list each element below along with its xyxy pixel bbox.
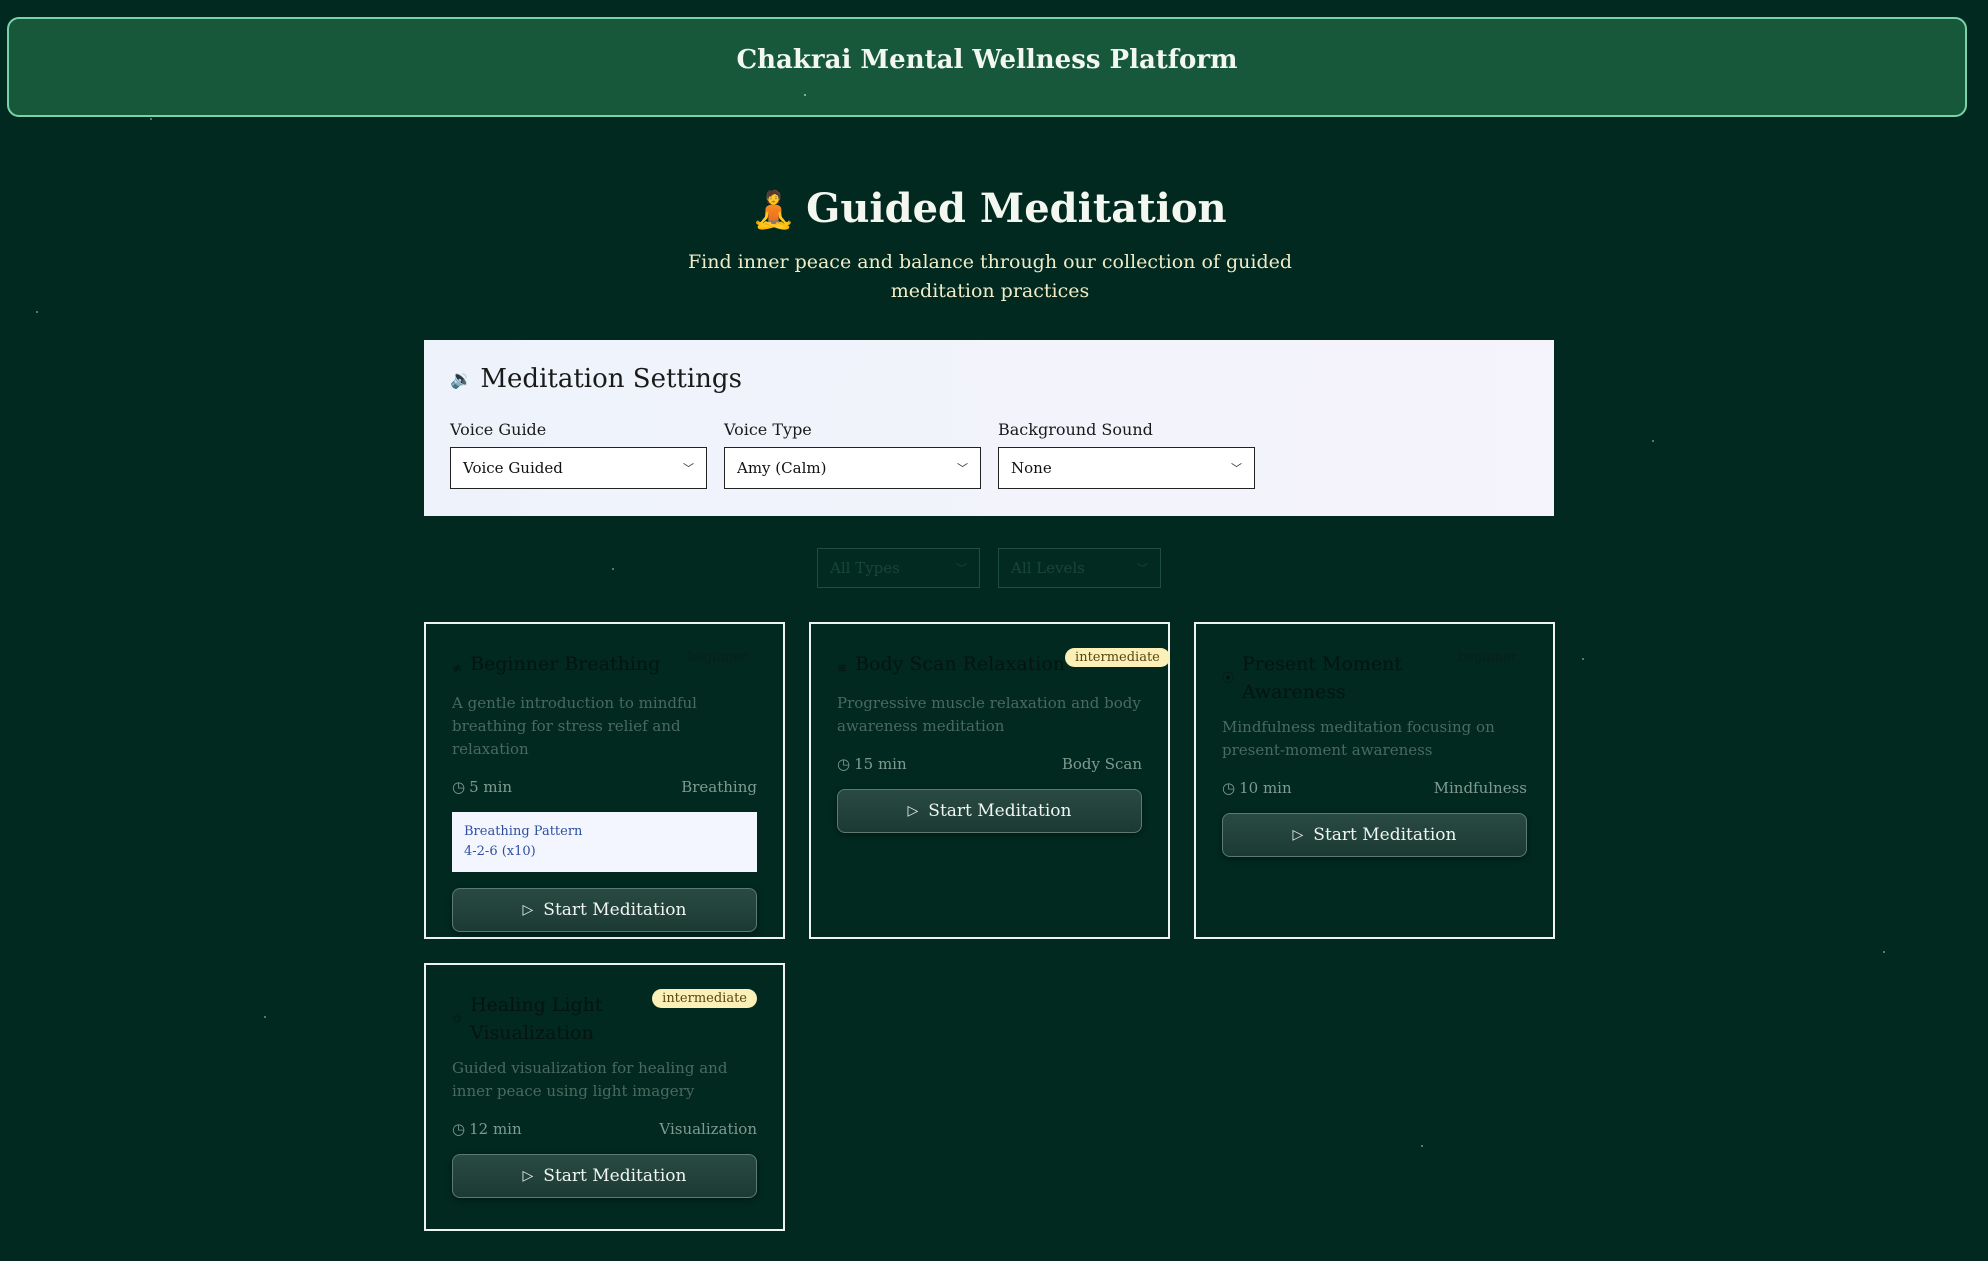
start-meditation-label: Start Meditation — [928, 801, 1072, 821]
type-filter-value: All Types — [830, 559, 900, 577]
meditation-card: ✩ Healing Light Visualization intermedia… — [424, 963, 785, 1231]
level-filter-select[interactable]: All Levels ﹀ — [998, 548, 1161, 588]
clock-icon: ◷ — [837, 755, 851, 773]
breath-icon: ≉ — [452, 661, 463, 675]
duration: ◷ 10 min — [1222, 779, 1292, 797]
level-badge: beginner — [1457, 650, 1517, 665]
voice-type-field: Voice Type Amy (Calm) ﹀ — [724, 420, 981, 489]
chevron-down-icon: ﹀ — [1137, 562, 1148, 575]
background-star — [1883, 951, 1885, 953]
card-description: A gentle introduction to mindful breathi… — [452, 694, 697, 758]
background-star — [150, 118, 152, 120]
card-title-text: Body Scan Relaxation — [855, 653, 1066, 675]
meditation-card: ≉ Beginner Breathing beginner A gentle i… — [424, 622, 785, 939]
duration-value: 15 min — [854, 755, 907, 773]
level-badge: intermediate — [1065, 648, 1170, 667]
start-meditation-button[interactable]: ▷ Start Meditation — [452, 888, 757, 932]
start-meditation-button[interactable]: ▷ Start Meditation — [1222, 813, 1527, 857]
duration-value: 5 min — [469, 778, 513, 796]
card-title-text: Present Moment Awareness — [1242, 653, 1403, 703]
voice-type-label: Voice Type — [724, 420, 812, 439]
voice-guide-field: Voice Guide Voice Guided ﹀ — [450, 420, 707, 489]
card-title: ✩ Healing Light Visualization — [452, 991, 652, 1047]
target-icon: ⦿ — [1222, 671, 1235, 685]
background-sound-select[interactable]: None ﹀ — [998, 447, 1255, 489]
level-badge: beginner — [687, 650, 747, 665]
start-meditation-label: Start Meditation — [543, 1166, 687, 1186]
chevron-down-icon: ﹀ — [956, 562, 967, 575]
start-meditation-label: Start Meditation — [1313, 825, 1457, 845]
duration-value: 12 min — [469, 1120, 522, 1138]
card-description: Guided visualization for healing and inn… — [452, 1059, 728, 1100]
play-icon: ▷ — [522, 1168, 534, 1184]
card-title: ⦿ Present Moment Awareness — [1222, 650, 1448, 706]
meditation-card: ⦿ Present Moment Awareness beginner Mind… — [1194, 622, 1555, 939]
background-sound-label: Background Sound — [998, 420, 1153, 439]
meditation-icon: 🧘 — [751, 190, 797, 231]
settings-title: Meditation Settings — [480, 364, 742, 394]
voice-guide-label: Voice Guide — [450, 420, 547, 439]
voice-type-value: Amy (Calm) — [737, 459, 827, 477]
duration-value: 10 min — [1239, 779, 1292, 797]
clock-icon: ◷ — [1222, 779, 1236, 797]
clock-icon: ◷ — [452, 778, 466, 796]
duration: ◷ 12 min — [452, 1120, 522, 1138]
waves-icon: ≋ — [837, 661, 848, 675]
background-star — [264, 1016, 266, 1018]
background-star — [1582, 658, 1584, 660]
category-label: Breathing — [681, 778, 757, 796]
card-title: ≋ Body Scan Relaxation — [837, 650, 1065, 682]
background-star — [1652, 440, 1654, 442]
breathing-pattern-box: Breathing Pattern 4-2-6 (x10) — [452, 812, 757, 872]
voice-guide-value: Voice Guided — [463, 459, 563, 477]
app-header: Chakrai Mental Wellness Platform — [7, 17, 1967, 117]
settings-heading: 🔉 Meditation Settings — [450, 364, 1528, 394]
level-badge: intermediate — [652, 989, 757, 1008]
voice-type-select[interactable]: Amy (Calm) ﹀ — [724, 447, 981, 489]
card-description: Mindfulness meditation focusing on prese… — [1222, 718, 1495, 759]
start-meditation-button[interactable]: ▷ Start Meditation — [452, 1154, 757, 1198]
category-label: Body Scan — [1061, 755, 1142, 773]
background-star — [804, 94, 806, 96]
background-sound-value: None — [1011, 459, 1052, 477]
card-title-text: Beginner Breathing — [470, 653, 661, 675]
type-filter-select[interactable]: All Types ﹀ — [817, 548, 980, 588]
app-title: Chakrai Mental Wellness Platform — [736, 45, 1238, 75]
clock-icon: ◷ — [452, 1120, 466, 1138]
meditation-settings-panel: 🔉 Meditation Settings Voice Guide Voice … — [424, 340, 1554, 516]
duration: ◷ 5 min — [452, 778, 512, 796]
card-description: Progressive muscle relaxation and body a… — [837, 694, 1141, 735]
page-subtitle: Find inner peace and balance through our… — [687, 251, 1293, 302]
breathing-pattern-label: Breathing Pattern — [464, 824, 583, 839]
speaker-icon: 🔉 — [450, 368, 473, 390]
card-title-text: Healing Light Visualization — [470, 994, 603, 1044]
background-star — [612, 568, 614, 570]
chevron-down-icon: ﹀ — [683, 462, 694, 475]
page-title: 🧘 Guided Meditation — [0, 185, 1978, 232]
start-meditation-button[interactable]: ▷ Start Meditation — [837, 789, 1142, 833]
category-label: Visualization — [659, 1120, 757, 1138]
play-icon: ▷ — [907, 803, 919, 819]
category-label: Mindfulness — [1433, 779, 1527, 797]
duration: ◷ 15 min — [837, 755, 907, 773]
meditation-card: ≋ Body Scan Relaxation intermediate Prog… — [809, 622, 1170, 939]
start-meditation-label: Start Meditation — [543, 900, 687, 920]
sparkle-icon: ✩ — [452, 1012, 463, 1026]
background-star — [36, 311, 38, 313]
play-icon: ▷ — [1292, 827, 1304, 843]
play-icon: ▷ — [522, 902, 534, 918]
voice-guide-select[interactable]: Voice Guided ﹀ — [450, 447, 707, 489]
page-title-text: Guided Meditation — [806, 185, 1227, 232]
breathing-pattern-value: 4-2-6 (x10) — [464, 844, 536, 859]
level-filter-value: All Levels — [1011, 559, 1085, 577]
chevron-down-icon: ﹀ — [957, 462, 968, 475]
background-sound-field: Background Sound None ﹀ — [998, 420, 1255, 489]
background-star — [1421, 1145, 1423, 1147]
card-title: ≉ Beginner Breathing — [452, 650, 660, 682]
chevron-down-icon: ﹀ — [1231, 462, 1242, 475]
